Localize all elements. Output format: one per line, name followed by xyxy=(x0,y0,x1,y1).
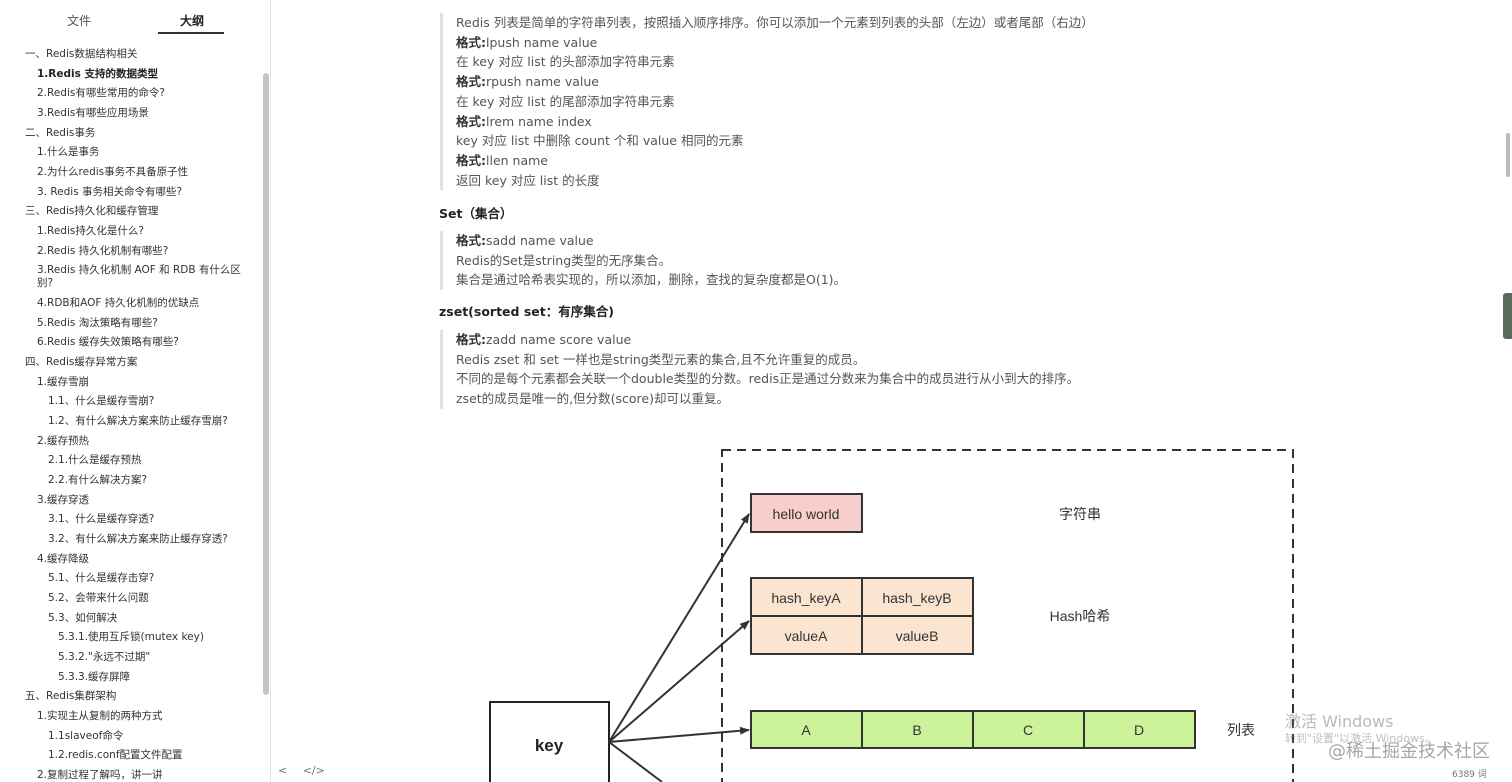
site-watermark: @稀土掘金技术社区 xyxy=(1328,741,1490,762)
activation-watermark-title: 激活 Windows xyxy=(1285,712,1394,731)
tab-outline[interactable]: 大纲 xyxy=(180,12,204,29)
format-label: 格式: xyxy=(456,113,486,129)
arrow-to-set xyxy=(608,741,663,782)
list-desc: 返回 key 对应 list 的长度 xyxy=(456,172,600,188)
hash-key-a: hash_keyA xyxy=(771,590,841,606)
list-label: 列表 xyxy=(1227,722,1255,738)
outline-item[interactable]: 2.2.有什么解决方案? xyxy=(48,474,147,487)
outline-item[interactable]: 3.2、有什么解决方案来防止缓存穿透? xyxy=(48,533,228,546)
list-desc: 在 key 对应 list 的尾部添加字符串元素 xyxy=(456,93,675,109)
list-intro: Redis 列表是简单的字符串列表，按照插入顺序排序。你可以添加一个元素到列表的… xyxy=(456,15,1094,30)
list-cmd: rpush name value xyxy=(486,74,599,90)
outline-item[interactable]: 1.1、什么是缓存雪崩? xyxy=(48,395,154,408)
list-item-c: C xyxy=(1023,722,1033,738)
outline-item[interactable]: 一、Redis数据结构相关 xyxy=(25,48,137,61)
outline-item[interactable]: 1.什么是事务 xyxy=(37,146,100,159)
list-desc: 在 key 对应 list 的头部添加字符串元素 xyxy=(456,54,675,70)
outline-item[interactable]: 1.缓存雪崩 xyxy=(37,376,89,389)
outline-item[interactable]: 5.1、什么是缓存击穿? xyxy=(48,572,154,585)
format-label: 格式: xyxy=(456,34,486,50)
zset-heading: zset(sorted set：有序集合) xyxy=(439,304,614,319)
content-scrollbar[interactable] xyxy=(1506,133,1510,177)
zset-cmd: zadd name score value xyxy=(486,332,632,347)
outline-item[interactable]: 3. Redis 事务相关命令有哪些? xyxy=(37,186,182,199)
outline-item[interactable]: 4.RDB和AOF 持久化机制的优缺点 xyxy=(37,297,199,310)
list-cmd: lrem name index xyxy=(486,113,592,129)
format-label: 格式: xyxy=(456,152,486,168)
string-value: hello world xyxy=(773,506,840,522)
list-item-a: A xyxy=(801,722,811,738)
set-cmd: sadd name value xyxy=(486,233,594,248)
outline-item[interactable]: 5.2、会带来什么问题 xyxy=(48,592,149,605)
outline-item[interactable]: 三、Redis持久化和缓存管理 xyxy=(25,205,158,218)
key-label: key xyxy=(535,736,564,755)
sidebar-tabs: 文件 大纲 xyxy=(0,0,270,36)
zset-line: Redis zset 和 set 一样也是string类型元素的集合,且不允许重… xyxy=(456,351,866,367)
sidebar-scrollbar[interactable] xyxy=(263,73,269,695)
outline-item[interactable]: 5.3、如何解决 xyxy=(48,612,117,625)
list-cmd: llen name xyxy=(486,152,548,168)
list-item-d: D xyxy=(1134,722,1144,738)
arrow-to-list xyxy=(608,726,750,743)
zset-line: zset的成员是唯一的,但分数(score)却可以重复。 xyxy=(456,391,729,407)
active-tab-indicator xyxy=(158,32,224,34)
format-label: 格式: xyxy=(456,74,486,90)
hash-label: Hash哈希 xyxy=(1050,608,1111,624)
zset-line: 不同的是每个元素都会关联一个double类型的分数。redis正是通过分数来为集… xyxy=(456,371,1080,387)
list-item-b: B xyxy=(912,722,921,738)
outline-item[interactable]: 五、Redis集群架构 xyxy=(25,690,116,703)
set-line: 集合是通过哈希表实现的，所以添加，删除，查找的复杂度都是O(1)。 xyxy=(456,272,847,288)
set-line: Redis的Set是string类型的无序集合。 xyxy=(456,252,672,268)
editor-content: Redis 列表是简单的字符串列表，按照插入顺序排序。你可以添加一个元素到列表的… xyxy=(272,0,1512,782)
outline-item[interactable]: 3.1、什么是缓存穿透? xyxy=(48,513,154,526)
outline-sidebar: 文件 大纲 一、Redis数据结构相关 1.Redis 支持的数据类型 2.Re… xyxy=(0,0,271,782)
arrow-to-string xyxy=(608,513,750,743)
arrow-to-hash xyxy=(608,620,750,743)
format-label: 格式: xyxy=(456,233,486,248)
set-quote: 格式:sadd name value Redis的Set是string类型的无序… xyxy=(440,231,847,291)
set-heading: Set（集合） xyxy=(439,206,513,221)
hash-value-a: valueA xyxy=(785,628,828,644)
outline-item[interactable]: 2.1.什么是缓存预热 xyxy=(48,454,142,467)
outline-item[interactable]: 2.Redis有哪些常用的命令? xyxy=(37,87,165,100)
side-panel-handle[interactable] xyxy=(1503,293,1512,339)
outline-item[interactable]: 6.Redis 缓存失效策略有哪些? xyxy=(37,336,179,349)
tab-files[interactable]: 文件 xyxy=(67,12,91,29)
outline-item[interactable]: 3.缓存穿透 xyxy=(37,494,89,507)
outline-item[interactable]: 2.缓存预热 xyxy=(37,435,89,448)
outline-item[interactable]: 二、Redis事务 xyxy=(25,127,95,140)
outline-item[interactable]: 4.缓存降级 xyxy=(37,553,89,566)
format-label: 格式: xyxy=(456,332,486,347)
outline-item[interactable]: 1.2、有什么解决方案来防止缓存雪崩? xyxy=(48,415,228,428)
hash-value-b: valueB xyxy=(896,628,939,644)
list-desc: key 对应 list 中删除 count 个和 value 相同的元素 xyxy=(456,133,744,149)
outline-item[interactable]: 1.1slaveof命令 xyxy=(48,730,123,743)
outline-item[interactable]: 1.实现主从复制的两种方式 xyxy=(37,710,163,723)
list-commands-quote: Redis 列表是简单的字符串列表，按照插入顺序排序。你可以添加一个元素到列表的… xyxy=(440,13,1094,191)
outline-item[interactable]: 3.Redis 持久化机制 AOF 和 RDB 有什么区别? xyxy=(37,264,247,290)
outline-item[interactable]: 5.3.1.使用互斥锁(mutex key) xyxy=(58,631,204,644)
outline-item[interactable]: 2.Redis 持久化机制有哪些? xyxy=(37,245,168,258)
outline-item[interactable]: 2.复制过程了解吗，讲一讲 xyxy=(37,769,163,782)
list-cmd: lpush name value xyxy=(486,34,598,50)
string-label: 字符串 xyxy=(1059,506,1101,522)
outline-item[interactable]: 5.Redis 淘汰策略有哪些? xyxy=(37,317,158,330)
hash-key-b: hash_keyB xyxy=(882,590,951,606)
outline-item-active[interactable]: 1.Redis 支持的数据类型 xyxy=(37,68,158,81)
outline-item[interactable]: 四、Redis缓存异常方案 xyxy=(25,356,137,369)
outline-item[interactable]: 2.为什么redis事务不具备原子性 xyxy=(37,166,188,179)
outline-item[interactable]: 1.Redis持久化是什么? xyxy=(37,225,144,238)
outline-item[interactable]: 5.3.3.缓存屏障 xyxy=(58,671,130,684)
outline-item[interactable]: 3.Redis有哪些应用场景 xyxy=(37,107,149,120)
zset-quote: 格式:zadd name score value Redis zset 和 se… xyxy=(440,330,1079,409)
outline-item[interactable]: 1.2.redis.conf配置文件配置 xyxy=(48,749,183,762)
outline-item[interactable]: 5.3.2."永远不过期" xyxy=(58,651,150,664)
